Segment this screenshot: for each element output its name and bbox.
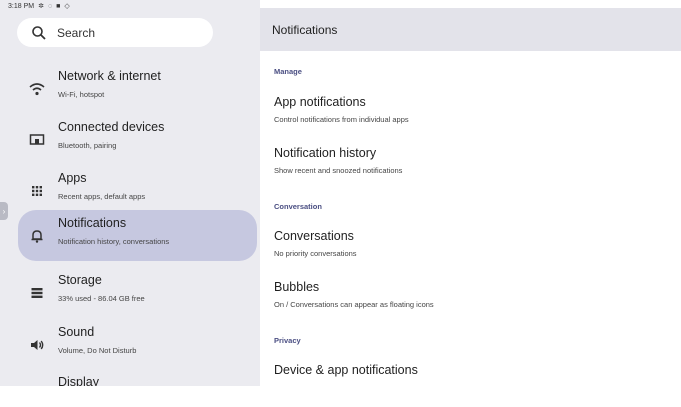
sidebar-item-subtitle: Bluetooth, pairing bbox=[58, 141, 117, 150]
location-icon: ◌ bbox=[47, 3, 53, 10]
search-icon bbox=[32, 25, 46, 40]
sidebar-item-network[interactable]: Network & internet Wi-Fi, hotspot bbox=[18, 63, 260, 114]
sidebar-item-title: Connected devices bbox=[58, 120, 165, 134]
sidebar-item-notifications[interactable]: Notifications Notification history, conv… bbox=[18, 210, 257, 261]
pref-subtitle: No priority conversations bbox=[274, 249, 357, 258]
section-header-conversation: Conversation bbox=[274, 202, 322, 211]
pref-conversations[interactable]: Conversations No priority conversations bbox=[260, 229, 681, 273]
page-header: Notifications bbox=[260, 8, 681, 51]
pref-app-notifications[interactable]: App notifications Control notifications … bbox=[260, 95, 681, 139]
sidebar-item-display[interactable]: Display bbox=[18, 369, 260, 386]
pref-subtitle: Control notifications from individual ap… bbox=[274, 115, 409, 124]
sidebar-item-title: Sound bbox=[58, 325, 95, 339]
pref-title: Bubbles bbox=[274, 280, 320, 294]
sidebar-item-storage[interactable]: Storage 33% used - 86.04 GB free bbox=[18, 267, 260, 318]
page-title: Notifications bbox=[272, 22, 338, 37]
sidebar-item-sound[interactable]: Sound Volume, Do Not Disturb bbox=[18, 319, 260, 370]
sidebar-item-subtitle: 33% used - 86.04 GB free bbox=[58, 294, 145, 303]
pref-device-app-notifications[interactable]: Device & app notifications bbox=[260, 363, 681, 407]
connected-devices-icon bbox=[29, 133, 45, 145]
pref-notification-history[interactable]: Notification history Show recent and sno… bbox=[260, 146, 681, 190]
pref-title: Notification history bbox=[274, 146, 377, 160]
pref-title: Conversations bbox=[274, 229, 354, 243]
sidebar-item-title: Notifications bbox=[58, 216, 127, 230]
sidebar-item-title: Display bbox=[58, 375, 99, 386]
sidebar-item-title: Network & internet bbox=[58, 69, 161, 83]
collapse-handle[interactable]: › bbox=[0, 202, 8, 220]
settings-window: 3:18 PM ✲ ◌ ■ ◇ Search Network & interne… bbox=[0, 0, 681, 386]
pref-title: App notifications bbox=[274, 95, 366, 109]
notifications-pane: Notifications Manage App notifications C… bbox=[260, 0, 681, 386]
storage-icon: ■ bbox=[56, 3, 61, 10]
sidebar-item-subtitle: Notification history, conversations bbox=[58, 237, 170, 246]
preference-list: Manage App notifications Control notific… bbox=[260, 51, 681, 386]
search-bar[interactable]: Search bbox=[17, 18, 213, 47]
search-placeholder: Search bbox=[57, 25, 96, 40]
storage-icon bbox=[31, 287, 43, 298]
shield-icon: ◇ bbox=[64, 3, 70, 10]
section-header-privacy: Privacy bbox=[274, 336, 301, 345]
top-strip bbox=[260, 0, 681, 8]
sidebar-item-connected-devices[interactable]: Connected devices Bluetooth, pairing bbox=[18, 114, 260, 165]
section-header-manage: Manage bbox=[274, 67, 302, 76]
settings-sidebar: Search Network & internet Wi-Fi, hotspot… bbox=[0, 13, 260, 386]
status-time: 3:18 PM bbox=[8, 3, 35, 10]
apps-grid-icon bbox=[32, 185, 42, 196]
pref-subtitle: Show recent and snoozed notifications bbox=[274, 166, 403, 175]
gear-icon: ✲ bbox=[38, 3, 44, 10]
pref-subtitle: On / Conversations can appear as floatin… bbox=[274, 300, 434, 309]
pref-title: Device & app notifications bbox=[274, 363, 418, 377]
pref-bubbles[interactable]: Bubbles On / Conversations can appear as… bbox=[260, 280, 681, 324]
status-bar: 3:18 PM ✲ ◌ ■ ◇ bbox=[0, 0, 260, 13]
sidebar-item-subtitle: Volume, Do Not Disturb bbox=[58, 346, 137, 355]
wifi-icon bbox=[29, 82, 45, 95]
sidebar-item-apps[interactable]: Apps Recent apps, default apps bbox=[18, 165, 260, 216]
sidebar-item-subtitle: Recent apps, default apps bbox=[58, 192, 146, 201]
sidebar-item-title: Storage bbox=[58, 273, 102, 287]
sidebar-item-subtitle: Wi-Fi, hotspot bbox=[58, 90, 105, 99]
bell-icon bbox=[31, 229, 43, 243]
volume-icon bbox=[31, 339, 44, 350]
sidebar-item-title: Apps bbox=[58, 171, 87, 185]
